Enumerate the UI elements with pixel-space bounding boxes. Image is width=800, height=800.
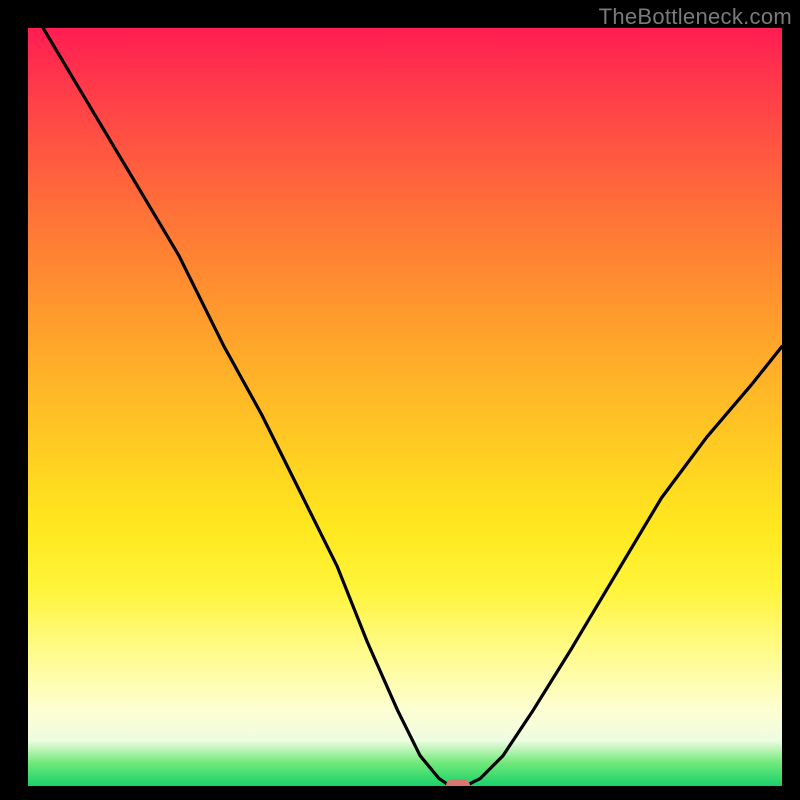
chart-frame: TheBottleneck.com: [0, 0, 800, 800]
bottleneck-curve: [28, 28, 782, 786]
watermark-text: TheBottleneck.com: [599, 4, 792, 30]
plot-area: [28, 28, 782, 786]
minimum-marker: [446, 779, 470, 786]
